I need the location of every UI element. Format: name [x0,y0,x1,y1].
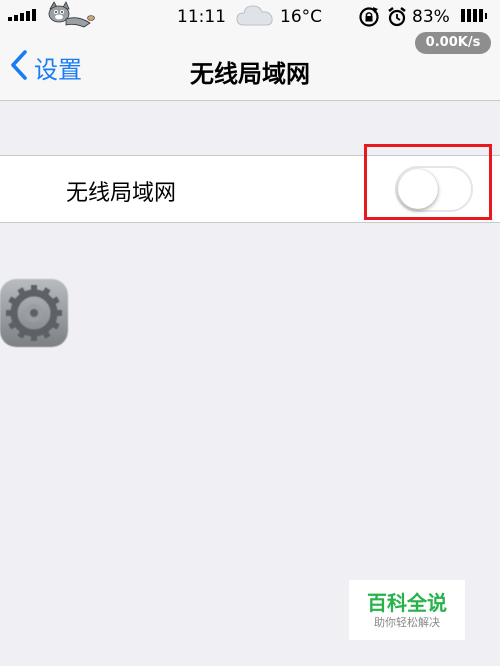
highlight-annotation [364,144,492,220]
watermark-subtitle: 助你轻松解决 [374,616,440,629]
battery-icon [461,9,487,22]
status-battery-percent: 83% [412,7,450,27]
status-time: 11:11 [177,7,226,27]
watermark-title: 百科全说 [367,591,447,615]
signal-icon [8,9,36,21]
wifi-label: 无线局域网 [66,181,177,206]
page-title: 无线局域网 [190,60,310,88]
settings-gear-icon[interactable] [0,279,68,347]
alarm-icon [387,6,407,32]
status-temperature: 16°C [280,7,323,27]
cat-icon [44,1,96,33]
watermark: 百科全说 助你轻松解决 [349,580,465,640]
rotation-lock-icon [358,6,380,32]
cloud-icon [236,3,274,33]
status-bar: 11:11 16°C 83% [0,0,500,34]
network-speed-badge: 0.00K/s [415,32,491,54]
